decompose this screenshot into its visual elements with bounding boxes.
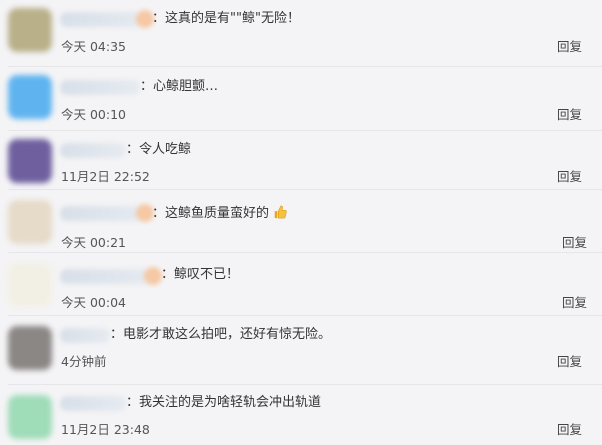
- comment-text: ：这鲸鱼质量蛮好的: [152, 205, 287, 222]
- avatar[interactable]: [8, 8, 52, 52]
- comment-time: 11月2日 22:52: [61, 169, 150, 184]
- comment-time: 今天 00:21: [61, 235, 126, 250]
- username-blurred[interactable]: [60, 143, 126, 158]
- comment-time: 今天 00:04: [61, 295, 126, 310]
- comment-text: ：令人吃鲸: [126, 142, 192, 157]
- comment-item: ：这真的是有""鲸"无险！ 今天 04:35 回复: [0, 0, 602, 66]
- reply-button[interactable]: 回复: [557, 351, 582, 370]
- comment-time: 4分钟前: [61, 354, 107, 369]
- username-blurred[interactable]: [60, 267, 162, 285]
- comment-text: ：心鲸胆颤…: [140, 79, 219, 94]
- reply-button[interactable]: 回复: [557, 419, 582, 438]
- reply-button[interactable]: 回复: [562, 292, 587, 311]
- username-blurred[interactable]: [60, 396, 126, 411]
- username-blurred[interactable]: [60, 204, 154, 222]
- comment-item: ：鲸叹不已！ 今天 00:04 回复: [0, 253, 602, 315]
- reply-button[interactable]: 回复: [562, 232, 587, 251]
- username-blurred[interactable]: [60, 80, 140, 95]
- user-badge-icon: [144, 267, 162, 285]
- comment-text: ：我关注的是为啥轻轨会冲出轨道: [126, 395, 322, 410]
- comment-text: ：鲸叹不已！: [161, 267, 240, 282]
- comment-item: ：心鲸胆颤… 今天 00:10 回复: [0, 67, 602, 130]
- comment-item: ：电影才敢这么拍吧，还好有惊无险。 4分钟前 回复: [0, 316, 602, 384]
- username-blurred[interactable]: [60, 328, 110, 343]
- avatar[interactable]: [8, 395, 52, 439]
- reply-button[interactable]: 回复: [557, 166, 582, 185]
- comment-time: 今天 04:35: [61, 39, 126, 54]
- comment-text: ：电影才敢这么拍吧，还好有惊无险。: [110, 327, 332, 342]
- reply-button[interactable]: 回复: [557, 36, 582, 55]
- comment-item: ：这鲸鱼质量蛮好的 今天 00:21 回复: [0, 190, 602, 252]
- comment-time: 11月2日 23:48: [61, 422, 150, 437]
- comment-item: ：我关注的是为啥轻轨会冲出轨道 11月2日 23:48 回复: [0, 385, 602, 445]
- comment-text-content: ：这鲸鱼质量蛮好的: [152, 206, 270, 221]
- avatar[interactable]: [8, 75, 52, 119]
- avatar[interactable]: [8, 200, 52, 244]
- comment-item: ：令人吃鲸 11月2日 22:52 回复: [0, 131, 602, 189]
- avatar[interactable]: [8, 263, 52, 307]
- username-blurred[interactable]: [60, 10, 154, 28]
- comment-list: ：这真的是有""鲸"无险！ 今天 04:35 回复 ：心鲸胆颤… 今天 00:1…: [0, 0, 602, 445]
- comment-text: ：这真的是有""鲸"无险！: [152, 11, 300, 26]
- comment-time: 今天 00:10: [61, 107, 126, 122]
- avatar[interactable]: [8, 326, 52, 370]
- avatar[interactable]: [8, 139, 52, 183]
- reply-button[interactable]: 回复: [557, 104, 582, 123]
- thumbs-up-icon: [274, 205, 287, 219]
